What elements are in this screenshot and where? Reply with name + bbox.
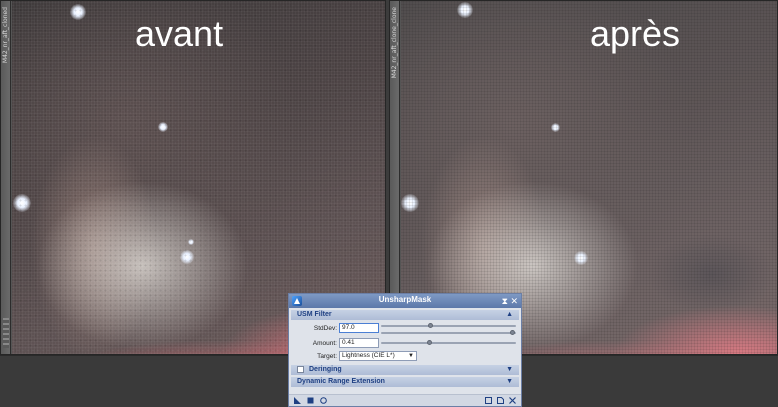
stddev-fine-slider[interactable] — [381, 323, 516, 328]
star — [188, 239, 194, 245]
section-usm-filter[interactable]: USM Filter ▲ — [291, 310, 519, 320]
stddev-label: StdDev: — [313, 325, 337, 332]
slider-thumb[interactable] — [510, 330, 516, 335]
section-label: Deringing — [309, 366, 342, 373]
window-side-strip[interactable]: M42_nr_aft_cloned — [1, 1, 11, 354]
shade-button[interactable]: ⧗ — [502, 295, 508, 307]
unsharpmask-dialog: UnsharpMask ⧗ ✕ USM Filter ▲ StdDev: 97.… — [288, 293, 522, 407]
star — [158, 122, 168, 132]
target-label: Target: — [317, 353, 337, 360]
section-label: Dynamic Range Extension — [297, 378, 385, 385]
slider-thumb[interactable] — [426, 340, 432, 345]
caption-after: après — [590, 13, 681, 54]
star — [13, 194, 31, 212]
section-deringing[interactable]: Deringing ▼ — [291, 365, 519, 375]
slider-thumb[interactable] — [427, 323, 433, 328]
amount-input[interactable]: 0.41 — [339, 338, 379, 348]
image-id-label: M42_nr_aft_cloned — [2, 7, 9, 64]
section-label: USM Filter — [297, 311, 332, 318]
reset-icon[interactable] — [509, 397, 516, 404]
target-row: Target: Lightness (CIE L*) ▼ — [289, 351, 521, 363]
close-button[interactable]: ✕ — [510, 295, 518, 307]
stddev-coarse-slider[interactable] — [381, 330, 516, 335]
star — [457, 2, 473, 18]
deringing-checkbox[interactable] — [297, 366, 304, 373]
stddev-input[interactable]: 97.0 — [339, 323, 379, 333]
star — [574, 251, 588, 265]
target-select-value: Lightness (CIE L*) — [342, 352, 395, 359]
caption-before: avant — [135, 13, 224, 54]
apply-global-icon[interactable] — [320, 397, 327, 404]
dialog-titlebar[interactable]: UnsharpMask ⧗ ✕ — [289, 294, 521, 308]
apply-icon[interactable] — [307, 397, 314, 404]
section-dynamic-range-extension[interactable]: Dynamic Range Extension ▼ — [291, 377, 519, 387]
star — [401, 194, 419, 212]
dialog-bottom-toolbar — [289, 394, 521, 406]
new-instance-icon[interactable] — [294, 397, 301, 404]
document-icon[interactable] — [497, 397, 504, 404]
amount-row: Amount: 0.41 — [289, 338, 521, 350]
star — [180, 250, 194, 264]
chevron-down-icon[interactable]: ▼ — [506, 377, 513, 387]
amount-slider[interactable] — [381, 340, 516, 345]
dialog-title: UnsharpMask — [378, 295, 432, 304]
preview-icon[interactable] — [485, 397, 492, 404]
dropdown-arrow-icon: ▼ — [408, 353, 414, 359]
stddev-row: StdDev: 97.0 — [289, 323, 521, 335]
chevron-down-icon[interactable]: ▼ — [506, 365, 513, 375]
resize-grip[interactable] — [3, 318, 9, 348]
target-select[interactable]: Lightness (CIE L*) ▼ — [339, 351, 417, 361]
desktop: M42_nr_aft_cloned avant M42_nr_aft_clone… — [0, 0, 778, 407]
amount-label: Amount: — [312, 340, 337, 347]
star — [551, 123, 560, 132]
dark-nebula-region — [647, 234, 777, 314]
image-id-label: M42_nr_aft_clone_clone — [391, 7, 398, 79]
chevron-up-icon[interactable]: ▲ — [506, 310, 513, 320]
star — [70, 4, 86, 20]
